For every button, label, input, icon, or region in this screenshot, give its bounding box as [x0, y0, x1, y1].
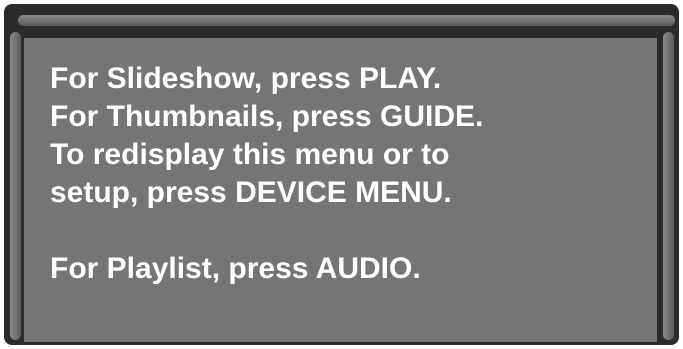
instruction-text: For Slideshow, press PLAY. For Thumbnail…: [50, 60, 483, 288]
instruction-line-thumbnails: For Thumbnails, press GUIDE.: [50, 100, 484, 133]
instruction-line-slideshow: For Slideshow, press PLAY.: [50, 62, 442, 95]
instruction-spacer: [50, 212, 483, 250]
instruction-line-setup: setup, press DEVICE MENU.: [50, 176, 452, 209]
right-bezel-rail: [663, 32, 674, 340]
instruction-line-redisplay: To redisplay this menu or to: [50, 138, 450, 171]
menu-screen: For Slideshow, press PLAY. For Thumbnail…: [24, 38, 657, 342]
top-bezel-bar: [18, 15, 675, 26]
instruction-line-playlist: For Playlist, press AUDIO.: [50, 252, 421, 285]
left-bezel-rail: [10, 32, 21, 340]
